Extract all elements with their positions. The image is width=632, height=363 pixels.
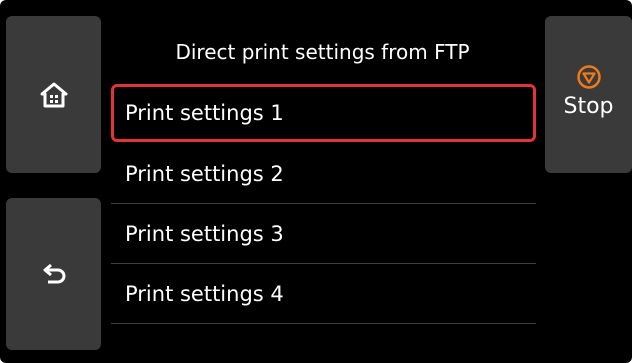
list-item-print-settings-4[interactable]: Print settings 4 xyxy=(111,264,536,324)
stop-icon xyxy=(576,64,602,90)
list-item-label: Print settings 3 xyxy=(125,221,284,246)
list-item-label: Print settings 4 xyxy=(125,281,284,306)
stop-label: Stop xyxy=(563,94,614,119)
list-item-print-settings-1[interactable]: Print settings 1 xyxy=(111,84,536,142)
back-arrow-icon xyxy=(40,262,68,286)
list-item-label: Print settings 2 xyxy=(125,161,284,186)
list-item-print-settings-3[interactable]: Print settings 3 xyxy=(111,204,536,264)
settings-list: Print settings 1 Print settings 2 Print … xyxy=(111,84,536,324)
page-title: Direct print settings from FTP xyxy=(175,40,470,64)
home-button[interactable] xyxy=(6,16,101,173)
back-button[interactable] xyxy=(6,198,101,350)
list-item-print-settings-2[interactable]: Print settings 2 xyxy=(111,144,536,204)
printer-touch-screen: Direct print settings from FTP Print set… xyxy=(0,0,632,363)
list-item-label: Print settings 1 xyxy=(125,101,284,125)
stop-button[interactable]: Stop xyxy=(545,16,632,173)
home-icon xyxy=(40,81,68,109)
